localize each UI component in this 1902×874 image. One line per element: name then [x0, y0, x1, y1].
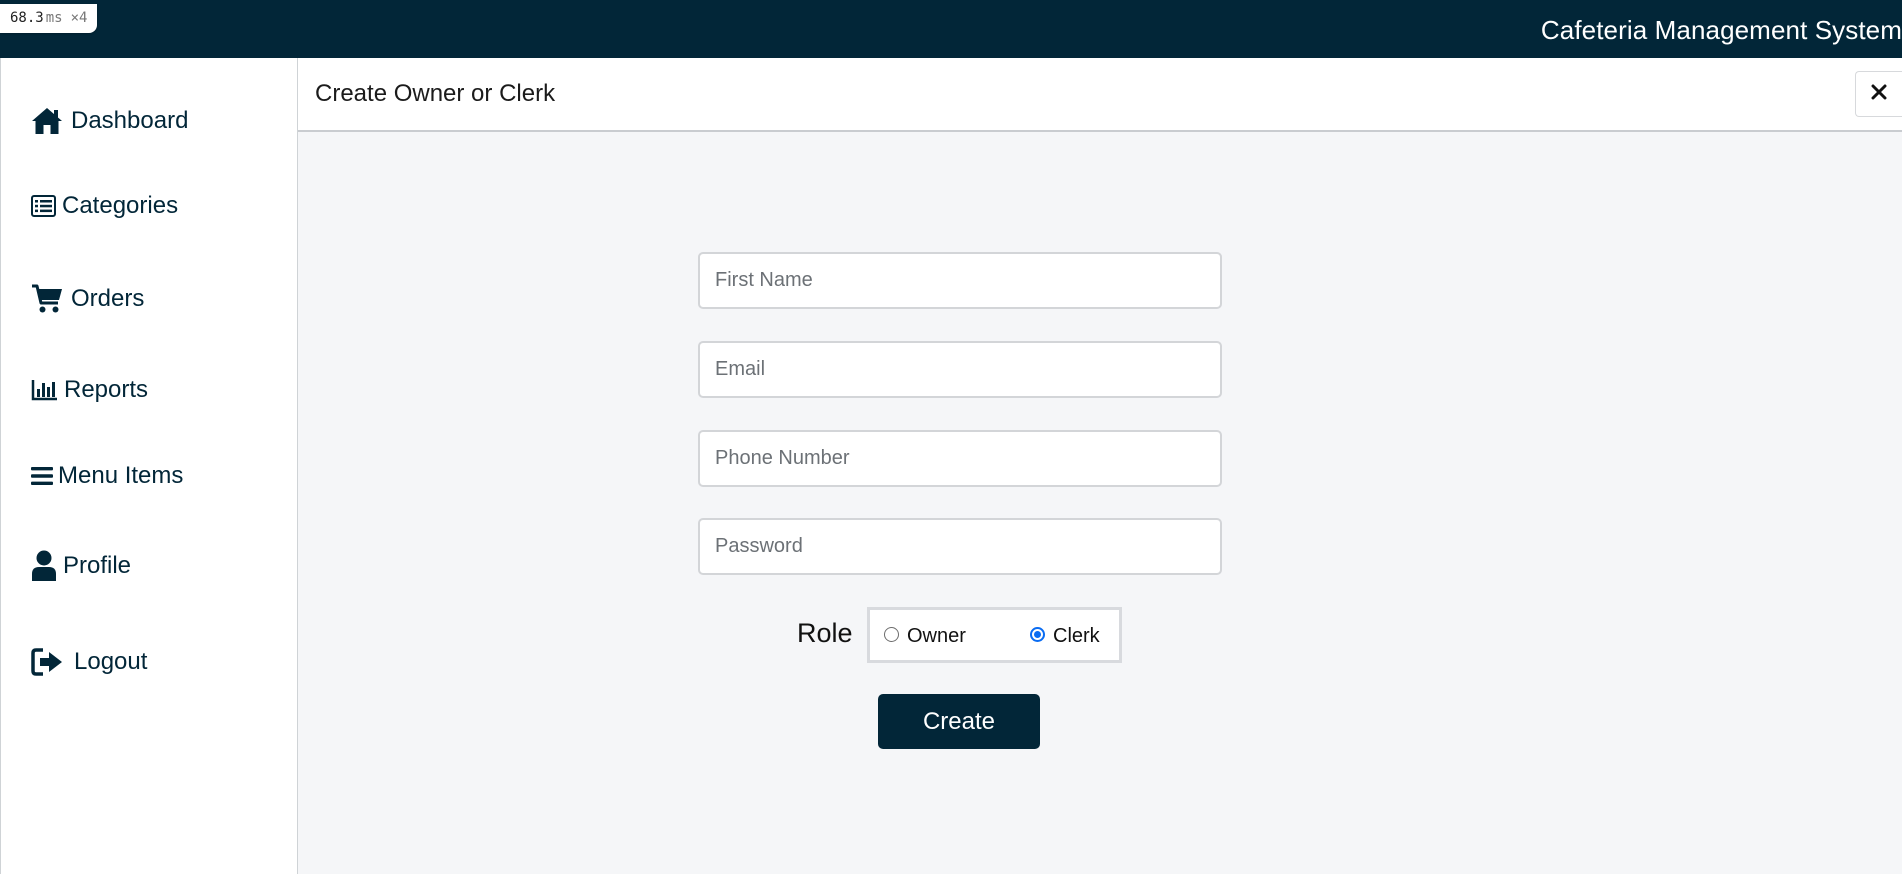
- sidebar-item-label: Logout: [74, 648, 148, 675]
- role-option-clerk[interactable]: Clerk: [1030, 625, 1100, 648]
- sidebar-item-label: Profile: [63, 552, 132, 579]
- create-button[interactable]: Create: [878, 694, 1040, 749]
- perf-badge: 68.3 ms ×4: [0, 4, 98, 33]
- sidebar-item-label: Dashboard: [71, 107, 189, 134]
- home-icon: [31, 106, 63, 136]
- sidebar-item-dashboard[interactable]: Dashboard: [31, 106, 188, 136]
- close-button[interactable]: [1855, 71, 1902, 117]
- first-name-input[interactable]: [698, 252, 1222, 309]
- sidebar-item-label: Orders: [71, 285, 145, 312]
- app-title: Cafeteria Management System: [1540, 15, 1902, 45]
- perf-multiplier: ×4: [70, 10, 88, 26]
- sidebar-item-reports[interactable]: Reports: [31, 376, 148, 404]
- perf-unit: ms: [45, 10, 63, 26]
- sidebar-item-label: Menu Items: [58, 462, 184, 489]
- role-label: Role: [797, 618, 853, 648]
- top-navbar: 68.3 ms ×4 Cafeteria Management System: [0, 0, 1902, 58]
- phone-number-input[interactable]: [698, 430, 1222, 487]
- sidebar-item-profile[interactable]: Profile: [31, 550, 131, 582]
- close-icon: [1871, 84, 1887, 105]
- sidebar-item-orders[interactable]: Orders: [31, 284, 144, 314]
- password-input[interactable]: [698, 518, 1222, 575]
- role-radio-group: Owner Clerk: [867, 607, 1122, 663]
- shopping-cart-icon: [31, 284, 63, 314]
- sidebar-item-logout[interactable]: Logout: [31, 648, 147, 676]
- sidebar-item-categories[interactable]: Categories: [31, 192, 178, 220]
- role-option-label: Owner: [907, 625, 966, 647]
- bars-icon: [31, 466, 53, 486]
- list-alt-icon: [31, 195, 56, 217]
- main-content: Create Owner or Clerk Role Owner Clerk C…: [298, 58, 1902, 874]
- user-icon: [31, 550, 57, 582]
- modal-title: Create Owner or Clerk: [315, 80, 556, 107]
- sidebar: Dashboard Categories Orders Reports Menu…: [0, 58, 298, 874]
- role-option-label: Clerk: [1053, 625, 1100, 647]
- clerk-radio[interactable]: [1030, 627, 1045, 642]
- role-option-owner[interactable]: Owner: [884, 625, 966, 648]
- sidebar-item-label: Categories: [62, 192, 179, 219]
- bar-chart-icon: [31, 379, 58, 401]
- email-input[interactable]: [698, 341, 1222, 398]
- sign-out-icon: [31, 648, 64, 676]
- sidebar-item-label: Reports: [64, 376, 149, 403]
- perf-value: 68.3: [10, 10, 44, 26]
- owner-radio[interactable]: [884, 627, 899, 642]
- modal-header: Create Owner or Clerk: [298, 58, 1902, 132]
- sidebar-item-menu-items[interactable]: Menu Items: [31, 462, 183, 490]
